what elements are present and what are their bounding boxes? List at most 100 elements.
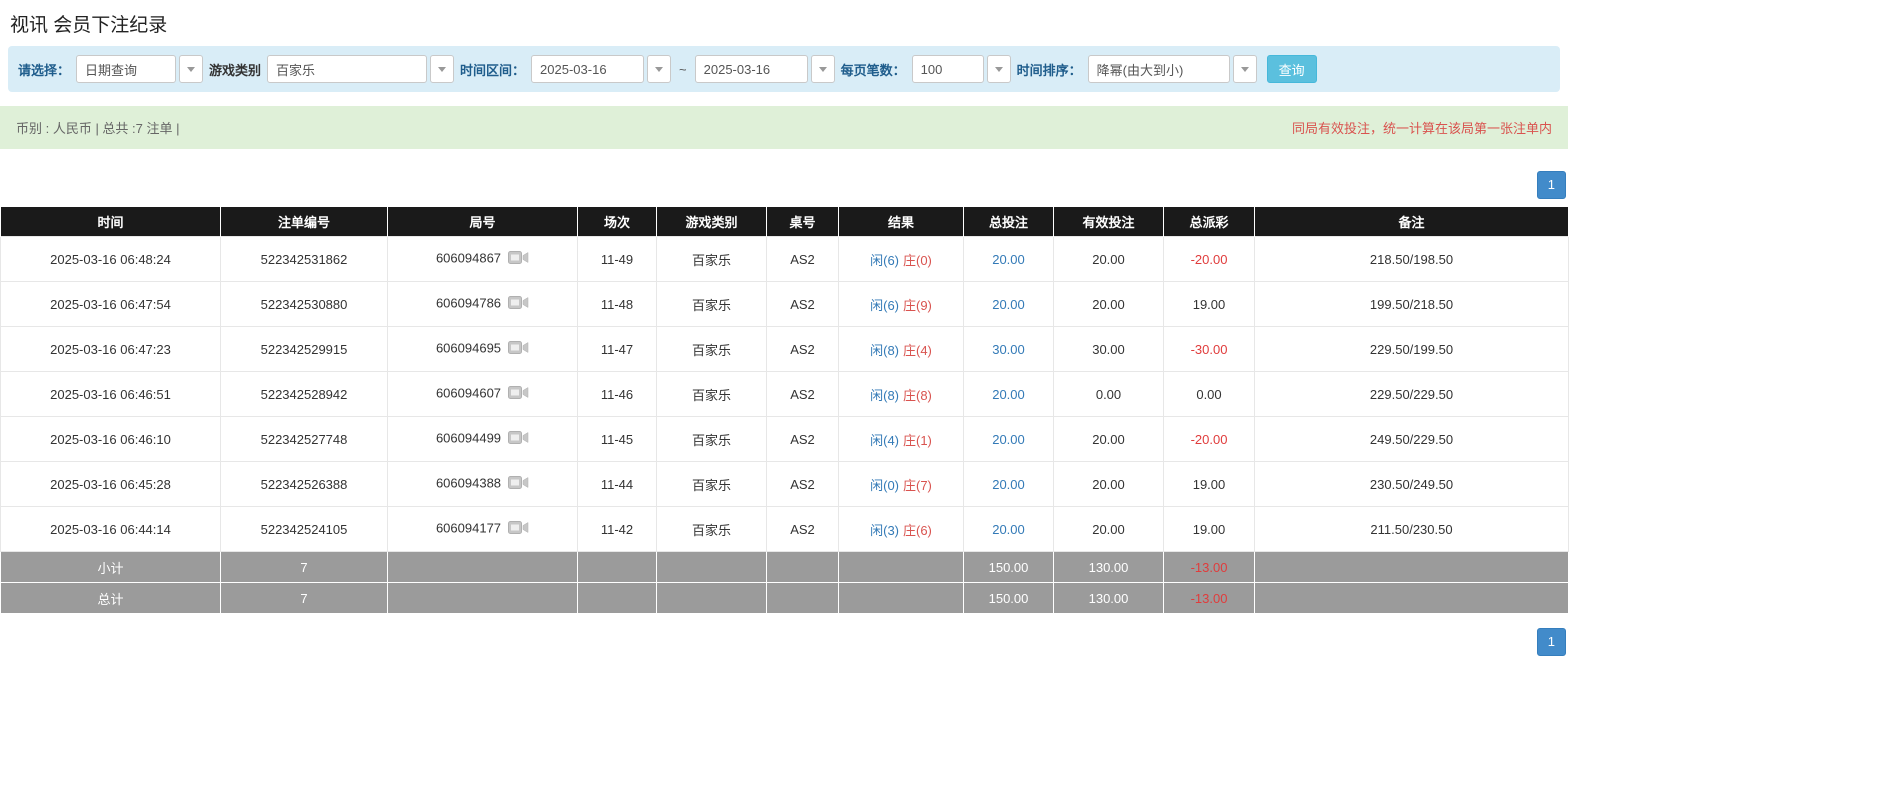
cell-table: AS2	[767, 462, 839, 507]
cell-bet-id: 522342528942	[221, 372, 388, 417]
cell-remark: 199.50/218.50	[1255, 282, 1569, 327]
total-bet-link[interactable]: 20.00	[992, 432, 1025, 447]
cell-result: 闲(0) 庄(7)	[839, 462, 964, 507]
chevron-down-icon[interactable]	[647, 55, 671, 83]
table-row: 2025-03-16 06:45:28 522342526388 6060943…	[1, 462, 1569, 507]
round-number: 606094177	[436, 521, 501, 536]
cell-valid-bet: 20.00	[1054, 417, 1164, 462]
video-replay-icon[interactable]	[508, 340, 529, 358]
table-row: 2025-03-16 06:46:10 522342527748 6060944…	[1, 417, 1569, 462]
pagination-page-button[interactable]: 1	[1537, 628, 1566, 656]
sort-select[interactable]: 降幂(由大到小)	[1088, 55, 1257, 83]
cell-table: AS2	[767, 507, 839, 552]
cell-table: AS2	[767, 417, 839, 462]
result-player: 闲(0)	[870, 478, 899, 493]
total-bet-link[interactable]: 20.00	[992, 387, 1025, 402]
game-type-value: 百家乐	[267, 55, 427, 83]
cell-payout: -20.00	[1164, 237, 1255, 282]
total-bet-link[interactable]: 20.00	[992, 252, 1025, 267]
video-replay-icon[interactable]	[508, 520, 529, 538]
game-type-select[interactable]: 百家乐	[267, 55, 454, 83]
summary-bar: 币别 : 人民币 | 总共 :7 注单 | 同局有效投注，统一计算在该局第一张注…	[0, 106, 1568, 149]
video-replay-icon[interactable]	[508, 295, 529, 313]
empty-cell	[767, 552, 839, 583]
cell-valid-bet: 30.00	[1054, 327, 1164, 372]
pagination-page-button[interactable]: 1	[1537, 171, 1566, 199]
cell-total-bet: 20.00	[964, 507, 1054, 552]
chevron-down-icon[interactable]	[179, 55, 203, 83]
table-row: 2025-03-16 06:44:14 522342524105 6060941…	[1, 507, 1569, 552]
result-player: 闲(8)	[870, 388, 899, 403]
column-header-round: 局号	[388, 207, 578, 237]
cell-result: 闲(8)庄(8)	[839, 372, 964, 417]
empty-cell	[578, 583, 657, 614]
round-number: 606094388	[436, 476, 501, 491]
video-replay-icon[interactable]	[508, 385, 529, 403]
result-player: 闲(6)	[870, 298, 899, 313]
empty-cell	[578, 552, 657, 583]
empty-cell	[839, 583, 964, 614]
result-banker: 庄(7)	[903, 478, 932, 493]
table-row: 2025-03-16 06:47:23 522342529915 6060946…	[1, 327, 1569, 372]
total-valid-bet: 130.00	[1054, 583, 1164, 614]
cell-remark: 211.50/230.50	[1255, 507, 1569, 552]
total-bet-link[interactable]: 20.00	[992, 522, 1025, 537]
chevron-down-icon[interactable]	[1233, 55, 1257, 83]
table-row: 2025-03-16 06:48:24 522342531862 6060948…	[1, 237, 1569, 282]
video-replay-icon[interactable]	[508, 430, 529, 448]
chevron-down-icon[interactable]	[811, 55, 835, 83]
empty-cell	[388, 552, 578, 583]
cell-session: 11-47	[578, 327, 657, 372]
total-bet-link[interactable]: 20.00	[992, 477, 1025, 492]
sort-label: 时间排序：	[1017, 60, 1082, 79]
cell-total-bet: 20.00	[964, 417, 1054, 462]
cell-result: 闲(6)庄(0)	[839, 237, 964, 282]
subtotal-total-bet: 150.00	[964, 552, 1054, 583]
cell-remark: 229.50/229.50	[1255, 372, 1569, 417]
round-number: 606094867	[436, 251, 501, 266]
column-header-total-bet: 总投注	[964, 207, 1054, 237]
search-button[interactable]: 查询	[1267, 55, 1317, 83]
subtotal-valid-bet: 130.00	[1054, 552, 1164, 583]
chevron-down-icon[interactable]	[987, 55, 1011, 83]
column-header-bet-id: 注单编号	[221, 207, 388, 237]
cell-result: 闲(8)庄(4)	[839, 327, 964, 372]
cell-round: 606094607	[388, 372, 578, 417]
cell-valid-bet: 20.00	[1054, 237, 1164, 282]
per-page-label: 每页笔数：	[841, 60, 906, 79]
subtotal-payout: -13.00	[1164, 552, 1255, 583]
per-page-select[interactable]: 100	[912, 55, 1011, 83]
result-banker: 庄(0)	[903, 253, 932, 268]
chevron-down-icon[interactable]	[430, 55, 454, 83]
content-area: 视讯 会员下注纪录 请选择： 日期查询 游戏类别 百家乐 时间区间： 2025-…	[0, 10, 1568, 656]
date-to-select[interactable]: 2025-03-16	[695, 55, 835, 83]
video-replay-icon[interactable]	[508, 475, 529, 493]
result-banker: 庄(6)	[903, 523, 932, 538]
video-replay-icon[interactable]	[508, 250, 529, 268]
cell-time: 2025-03-16 06:46:51	[1, 372, 221, 417]
date-from-select[interactable]: 2025-03-16	[531, 55, 671, 83]
range-separator: ~	[677, 62, 689, 77]
round-number: 606094607	[436, 386, 501, 401]
result-player: 闲(4)	[870, 433, 899, 448]
query-type-select[interactable]: 日期查询	[76, 55, 203, 83]
cell-time: 2025-03-16 06:47:54	[1, 282, 221, 327]
cell-valid-bet: 20.00	[1054, 282, 1164, 327]
cell-round: 606094499	[388, 417, 578, 462]
total-bet-link[interactable]: 30.00	[992, 342, 1025, 357]
cell-total-bet: 20.00	[964, 372, 1054, 417]
column-header-time: 时间	[1, 207, 221, 237]
total-count: 7	[221, 583, 388, 614]
cell-round: 606094177	[388, 507, 578, 552]
query-type-value: 日期查询	[76, 55, 176, 83]
column-header-game: 游戏类别	[657, 207, 767, 237]
cell-game: 百家乐	[657, 282, 767, 327]
cell-payout: -20.00	[1164, 417, 1255, 462]
date-from-value: 2025-03-16	[531, 55, 644, 83]
cell-session: 11-44	[578, 462, 657, 507]
cell-bet-id: 522342531862	[221, 237, 388, 282]
cell-session: 11-42	[578, 507, 657, 552]
cell-time: 2025-03-16 06:45:28	[1, 462, 221, 507]
cell-payout: 19.00	[1164, 462, 1255, 507]
total-bet-link[interactable]: 20.00	[992, 297, 1025, 312]
